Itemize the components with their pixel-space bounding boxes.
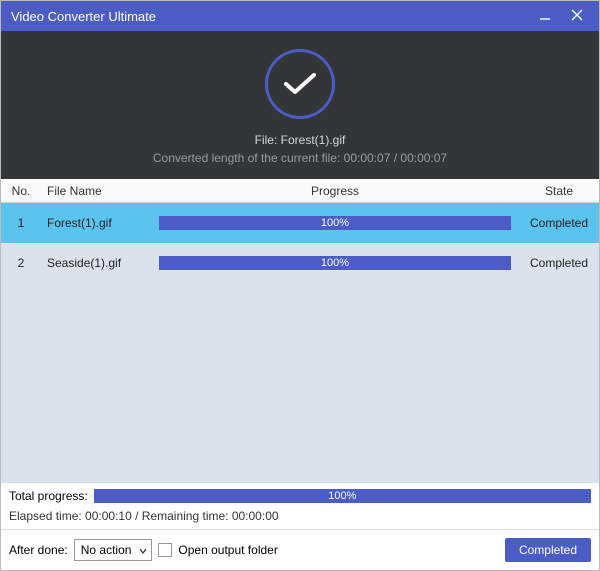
after-done-select[interactable]: No action: [74, 539, 153, 561]
row-progress: 100%: [151, 216, 519, 230]
close-button[interactable]: [561, 1, 593, 31]
total-progress-pct: 100%: [94, 489, 591, 503]
check-circle-icon: [265, 49, 335, 119]
titlebar: Video Converter Ultimate: [1, 1, 599, 31]
table-row[interactable]: 1 Forest(1).gif 100% Completed: [1, 203, 599, 243]
row-file-name: Seaside(1).gif: [41, 256, 151, 270]
footer: Total progress: 100% Elapsed time: 00:00…: [1, 482, 599, 570]
col-state-header: State: [519, 184, 599, 198]
open-output-folder-label: Open output folder: [178, 543, 277, 557]
col-name-header: File Name: [41, 184, 151, 198]
total-progress-row: Total progress: 100%: [1, 483, 599, 509]
col-progress-header: Progress: [151, 184, 519, 198]
window-title: Video Converter Ultimate: [11, 9, 156, 24]
app-window: Video Converter Ultimate File: Forest(1)…: [0, 0, 600, 571]
row-state: Completed: [519, 216, 599, 230]
action-row: After done: No action Open output folder…: [1, 530, 599, 570]
close-icon: [571, 9, 583, 24]
table-row[interactable]: 2 Seaside(1).gif 100% Completed: [1, 243, 599, 283]
row-no: 1: [1, 216, 41, 230]
table-header: No. File Name Progress State: [1, 179, 599, 203]
chevron-down-icon: [139, 543, 147, 557]
progress-bar: 100%: [159, 256, 511, 270]
row-no: 2: [1, 256, 41, 270]
after-done-label: After done:: [9, 543, 68, 557]
row-file-name: Forest(1).gif: [41, 216, 151, 230]
time-row: Elapsed time: 00:00:10 / Remaining time:…: [1, 509, 599, 530]
progress-pct: 100%: [159, 216, 511, 230]
open-output-folder-checkbox[interactable]: [158, 543, 172, 557]
minimize-button[interactable]: [529, 1, 561, 31]
progress-pct: 100%: [159, 256, 511, 270]
file-rows: 1 Forest(1).gif 100% Completed 2 Seaside…: [1, 203, 599, 482]
progress-bar: 100%: [159, 216, 511, 230]
row-progress: 100%: [151, 256, 519, 270]
total-progress-bar: 100%: [94, 489, 591, 503]
row-state: Completed: [519, 256, 599, 270]
status-hero: File: Forest(1).gif Converted length of …: [1, 31, 599, 179]
completed-button[interactable]: Completed: [505, 538, 591, 562]
current-file-label: File: Forest(1).gif: [255, 133, 346, 147]
minimize-icon: [539, 9, 551, 24]
total-progress-label: Total progress:: [9, 489, 88, 503]
elapsed-time: 00:00:10: [85, 509, 132, 523]
remaining-time: 00:00:00: [232, 509, 279, 523]
converted-length-label: Converted length of the current file: 00…: [153, 151, 447, 165]
after-done-value: No action: [81, 543, 132, 557]
col-no-header: No.: [1, 184, 41, 198]
